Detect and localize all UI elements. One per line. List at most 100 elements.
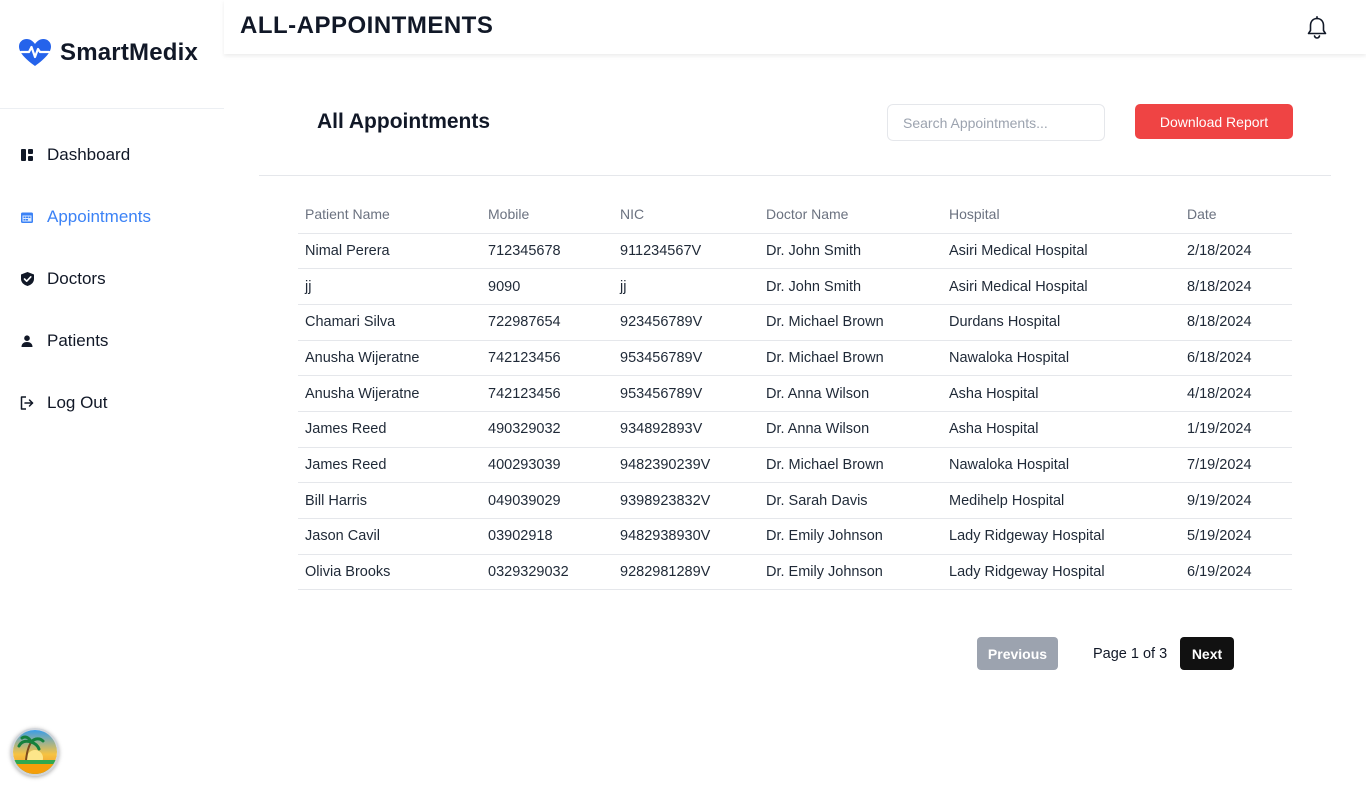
table-row[interactable]: Nimal Perera 712345678 911234567V Dr. Jo… [298,233,1292,270]
next-page-button[interactable]: Next [1180,637,1234,670]
cell-hospital: Asiri Medical Hospital [942,268,1180,305]
column-header-patient-name[interactable]: Patient Name [298,196,481,234]
table-row[interactable]: James Reed 400293039 9482390239V Dr. Mic… [298,447,1292,484]
table-row[interactable]: jj 9090 jj Dr. John Smith Asiri Medical … [298,268,1292,305]
table-row[interactable]: Chamari Silva 722987654 923456789V Dr. M… [298,304,1292,341]
floating-avatar[interactable] [11,728,59,776]
cell-nic: 9482938930V [613,518,759,555]
cell-hospital: Medihelp Hospital [942,482,1180,519]
cell-date: 6/18/2024 [1180,340,1292,377]
cell-doctor-name: Dr. Anna Wilson [759,411,942,448]
cell-mobile: 742123456 [481,340,613,377]
cell-mobile: 722987654 [481,304,613,341]
cell-patient-name: Anusha Wijeratne [298,375,481,412]
cell-hospital: Lady Ridgeway Hospital [942,518,1180,555]
table-row[interactable]: Jason Cavil 03902918 9482938930V Dr. Emi… [298,518,1292,555]
cell-date: 8/18/2024 [1180,268,1292,305]
column-header-date[interactable]: Date [1180,196,1292,234]
calendar-icon [20,210,34,224]
cell-patient-name: Jason Cavil [298,518,481,555]
cell-mobile: 712345678 [481,233,613,270]
cell-nic: 923456789V [613,304,759,341]
column-header-doctor-name[interactable]: Doctor Name [759,196,942,234]
table-row[interactable]: Anusha Wijeratne 742123456 953456789V Dr… [298,340,1292,377]
app-name: SmartMedix [60,39,199,66]
cell-date: 7/19/2024 [1180,447,1292,484]
cell-nic: jj [613,268,759,305]
cell-doctor-name: Dr. Sarah Davis [759,482,942,519]
cell-hospital: Asha Hospital [942,375,1180,412]
previous-page-button[interactable]: Previous [977,637,1058,670]
cell-nic: 911234567V [613,233,759,270]
table-row[interactable]: Olivia Brooks 0329329032 9282981289V Dr.… [298,554,1292,591]
cell-hospital: Durdans Hospital [942,304,1180,341]
dashboard-icon [20,148,34,162]
bell-icon[interactable] [1306,16,1328,40]
sidebar-item-logout[interactable]: Log Out [0,372,224,434]
sidebar-item-patients[interactable]: Patients [0,310,224,372]
cell-nic: 9482390239V [613,447,759,484]
cell-date: 5/19/2024 [1180,518,1292,555]
cell-date: 2/18/2024 [1180,233,1292,270]
search-input[interactable] [887,104,1105,141]
cell-doctor-name: Dr. Michael Brown [759,340,942,377]
cell-mobile: 490329032 [481,411,613,448]
appointments-header: All Appointments Download Report [259,96,1331,176]
pagination: Previous Page 1 of 3 Next [977,637,1234,670]
cell-mobile: 03902918 [481,518,613,555]
cell-nic: 953456789V [613,340,759,377]
sidebar-item-appointments[interactable]: Appointments [0,186,224,248]
user-icon [20,334,34,348]
sidebar-nav: Dashboard Appointments Doctors Patients … [0,124,224,434]
table-row[interactable]: James Reed 490329032 934892893V Dr. Anna… [298,411,1292,448]
cell-doctor-name: Dr. Michael Brown [759,447,942,484]
sidebar-item-doctors[interactable]: Doctors [0,248,224,310]
cell-nic: 9398923832V [613,482,759,519]
section-title: All Appointments [317,110,491,133]
column-header-nic[interactable]: NIC [613,196,759,234]
cell-patient-name: Bill Harris [298,482,481,519]
table-header-row: Patient Name Mobile NIC Doctor Name Hosp… [298,196,1292,234]
cell-date: 6/19/2024 [1180,554,1292,591]
page-indicator: Page 1 of 3 [1093,645,1168,662]
table-row[interactable]: Anusha Wijeratne 742123456 953456789V Dr… [298,375,1292,412]
download-report-button[interactable]: Download Report [1135,104,1293,139]
cell-date: 1/19/2024 [1180,411,1292,448]
cell-date: 4/18/2024 [1180,375,1292,412]
page-title: ALL-APPOINTMENTS [240,12,494,39]
cell-patient-name: Olivia Brooks [298,554,481,591]
top-bar: ALL-APPOINTMENTS [224,0,1366,54]
cell-mobile: 742123456 [481,375,613,412]
logout-icon [20,396,34,410]
sidebar-item-label: Appointments [47,207,151,226]
sidebar: SmartMedix Dashboard Appointments Doctor… [0,0,224,786]
cell-patient-name: Chamari Silva [298,304,481,341]
column-header-mobile[interactable]: Mobile [481,196,613,234]
sidebar-item-label: Patients [47,331,109,350]
cell-mobile: 0329329032 [481,554,613,591]
cell-doctor-name: Dr. John Smith [759,233,942,270]
cell-patient-name: James Reed [298,447,481,484]
column-header-hospital[interactable]: Hospital [942,196,1180,234]
cell-hospital: Lady Ridgeway Hospital [942,554,1180,591]
app-logo[interactable]: SmartMedix [18,36,198,70]
table-row[interactable]: Bill Harris 049039029 9398923832V Dr. Sa… [298,482,1292,519]
sidebar-item-dashboard[interactable]: Dashboard [0,124,224,186]
beach-sunset-avatar-icon [13,730,57,774]
cell-doctor-name: Dr. Michael Brown [759,304,942,341]
cell-mobile: 400293039 [481,447,613,484]
heart-pulse-icon [18,36,52,70]
cell-patient-name: James Reed [298,411,481,448]
cell-doctor-name: Dr. John Smith [759,268,942,305]
sidebar-item-label: Doctors [47,269,106,288]
cell-date: 8/18/2024 [1180,304,1292,341]
appointments-table: Patient Name Mobile NIC Doctor Name Hosp… [298,196,1292,591]
cell-doctor-name: Dr. Anna Wilson [759,375,942,412]
cell-nic: 934892893V [613,411,759,448]
cell-hospital: Nawaloka Hospital [942,447,1180,484]
sidebar-item-label: Dashboard [47,145,131,164]
cell-hospital: Asiri Medical Hospital [942,233,1180,270]
cell-patient-name: Nimal Perera [298,233,481,270]
cell-nic: 953456789V [613,375,759,412]
cell-hospital: Asha Hospital [942,411,1180,448]
